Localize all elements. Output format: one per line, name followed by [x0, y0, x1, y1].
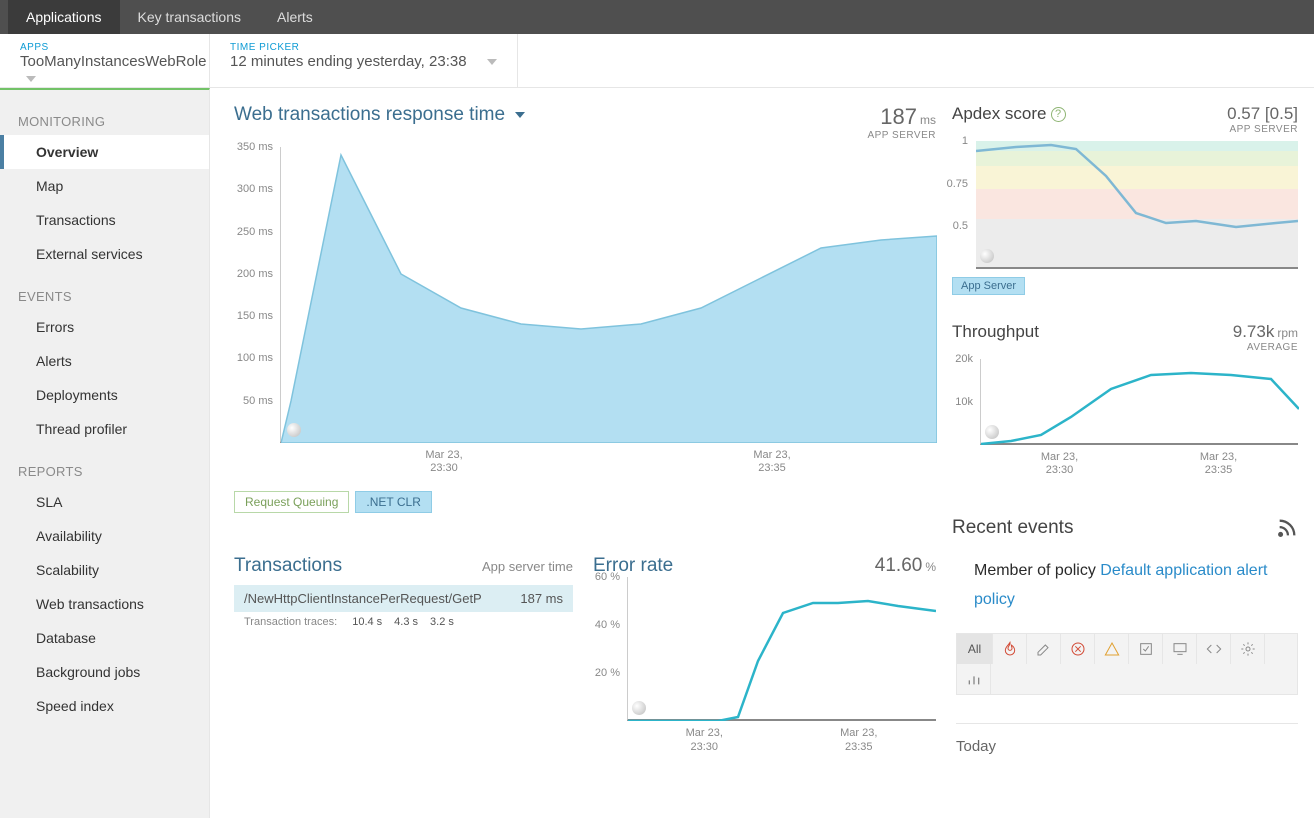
sidebar: MONITORINGOverviewMapTransactionsExterna…	[0, 88, 210, 818]
filter-edit-square[interactable]	[1129, 634, 1163, 664]
nav-sla[interactable]: SLA	[0, 485, 209, 519]
nav-overview[interactable]: Overview	[0, 135, 209, 169]
filter-flame[interactable]	[993, 634, 1027, 664]
response-time-chart[interactable]: 350 ms300 ms250 ms200 ms150 ms100 ms50 m…	[280, 147, 936, 443]
x-tick: Mar 23,23:30	[1041, 451, 1078, 477]
x-tick: Mar 23,23:30	[686, 727, 723, 753]
apps-label: APPS	[20, 42, 189, 53]
apps-value: TooManyInstancesWebRole	[20, 53, 207, 70]
apdex-title: Apdex score?	[952, 104, 1066, 124]
nav-errors[interactable]: Errors	[0, 310, 209, 344]
response-time-metric: 187ms APP SERVER	[867, 104, 936, 141]
filter-All[interactable]: All	[957, 634, 993, 664]
time-value: 12 minutes ending yesterday, 23:38	[230, 53, 467, 70]
y-tick: 200 ms	[237, 268, 273, 280]
topnav-applications[interactable]: Applications	[8, 0, 120, 34]
policy-line: Member of policy Default application ale…	[974, 557, 1298, 615]
x-tick: Mar 23,23:35	[840, 727, 877, 753]
rss-icon[interactable]	[1276, 517, 1298, 539]
event-filter-row: All	[956, 633, 1298, 695]
nav-speed-index[interactable]: Speed index	[0, 689, 209, 723]
apps-picker[interactable]: APPS TooManyInstancesWebRole	[0, 34, 210, 87]
today-heading: Today	[956, 723, 1298, 755]
topnav-alerts[interactable]: Alerts	[259, 0, 331, 34]
throughput-metric: 9.73krpmAVERAGE	[1233, 322, 1298, 353]
nav-alerts[interactable]: Alerts	[0, 344, 209, 378]
chart-handle-icon[interactable]	[980, 249, 994, 263]
y-tick: 300 ms	[237, 183, 273, 195]
nav-background-jobs[interactable]: Background jobs	[0, 655, 209, 689]
filter-gear[interactable]	[1231, 634, 1265, 664]
chart-handle-icon[interactable]	[287, 423, 301, 437]
transaction-row[interactable]: /NewHttpClientInstancePerRequest/GetP 18…	[234, 585, 573, 612]
nav-thread-profiler[interactable]: Thread profiler	[0, 412, 209, 446]
error-rate-metric: 41.60%	[875, 555, 936, 577]
apdex-chart[interactable]: 10.750.5	[976, 141, 1298, 269]
transactions-meta: App server time	[482, 559, 573, 574]
chevron-down-icon	[26, 76, 36, 82]
response-time-title[interactable]: Web transactions response time	[234, 104, 525, 126]
nav-web-transactions[interactable]: Web transactions	[0, 587, 209, 621]
section-reports: REPORTS	[0, 458, 209, 485]
apdex-metric: 0.57 [0.5]APP SERVER	[1227, 104, 1298, 135]
chip-net-clr[interactable]: .NET CLR	[355, 491, 431, 513]
nav-deployments[interactable]: Deployments	[0, 378, 209, 412]
chevron-down-icon	[515, 112, 525, 118]
legend-chips: Request Queuing .NET CLR	[234, 491, 936, 513]
throughput-title: Throughput	[952, 322, 1039, 342]
nav-database[interactable]: Database	[0, 621, 209, 655]
transaction-time: 187 ms	[520, 591, 563, 606]
transaction-name: /NewHttpClientInstancePerRequest/GetP	[244, 591, 482, 606]
top-nav: ApplicationsKey transactionsAlerts	[0, 0, 1314, 34]
y-tick: 20 %	[595, 667, 620, 679]
y-tick: 0.75	[947, 178, 968, 190]
recent-events-title: Recent events	[952, 517, 1073, 539]
time-label: TIME PICKER	[230, 42, 497, 53]
filter-bars[interactable]	[957, 664, 991, 694]
section-monitoring: MONITORING	[0, 108, 209, 135]
transactions-title[interactable]: Transactions	[234, 555, 342, 577]
y-tick: 60 %	[595, 571, 620, 583]
y-tick: 10k	[955, 396, 973, 408]
chevron-down-icon	[487, 59, 497, 65]
chip-app-server[interactable]: App Server	[952, 277, 1025, 295]
nav-external-services[interactable]: External services	[0, 237, 209, 271]
x-tick: Mar 23,23:35	[753, 449, 790, 475]
y-tick: 150 ms	[237, 310, 273, 322]
x-tick: Mar 23,23:30	[425, 449, 462, 475]
filter-x-circle[interactable]	[1061, 634, 1095, 664]
y-tick: 50 ms	[243, 395, 273, 407]
chart-handle-icon[interactable]	[985, 425, 999, 439]
y-tick: 350 ms	[237, 141, 273, 153]
nav-availability[interactable]: Availability	[0, 519, 209, 553]
nav-transactions[interactable]: Transactions	[0, 203, 209, 237]
filter-warn-triangle[interactable]	[1095, 634, 1129, 664]
transaction-traces: Transaction traces: 10.4 s4.3 s3.2 s	[234, 612, 573, 632]
y-tick: 250 ms	[237, 226, 273, 238]
filter-monitor[interactable]	[1163, 634, 1197, 664]
y-tick: 0.5	[953, 220, 968, 232]
y-tick: 1	[962, 135, 968, 147]
error-rate-chart[interactable]: 60 %40 %20 %	[627, 577, 936, 721]
filter-code[interactable]	[1197, 634, 1231, 664]
filter-pencil[interactable]	[1027, 634, 1061, 664]
section-events: EVENTS	[0, 283, 209, 310]
topnav-key-transactions[interactable]: Key transactions	[120, 0, 260, 34]
help-icon[interactable]: ?	[1051, 107, 1066, 122]
throughput-chart[interactable]: 20k10k	[980, 359, 1298, 445]
y-tick: 20k	[955, 353, 973, 365]
chip-request-queuing[interactable]: Request Queuing	[234, 491, 349, 513]
time-picker[interactable]: TIME PICKER 12 minutes ending yesterday,…	[210, 34, 518, 87]
y-tick: 40 %	[595, 619, 620, 631]
nav-map[interactable]: Map	[0, 169, 209, 203]
y-tick: 100 ms	[237, 352, 273, 364]
x-tick: Mar 23,23:35	[1200, 451, 1237, 477]
picker-bar: APPS TooManyInstancesWebRole TIME PICKER…	[0, 34, 1314, 88]
nav-scalability[interactable]: Scalability	[0, 553, 209, 587]
